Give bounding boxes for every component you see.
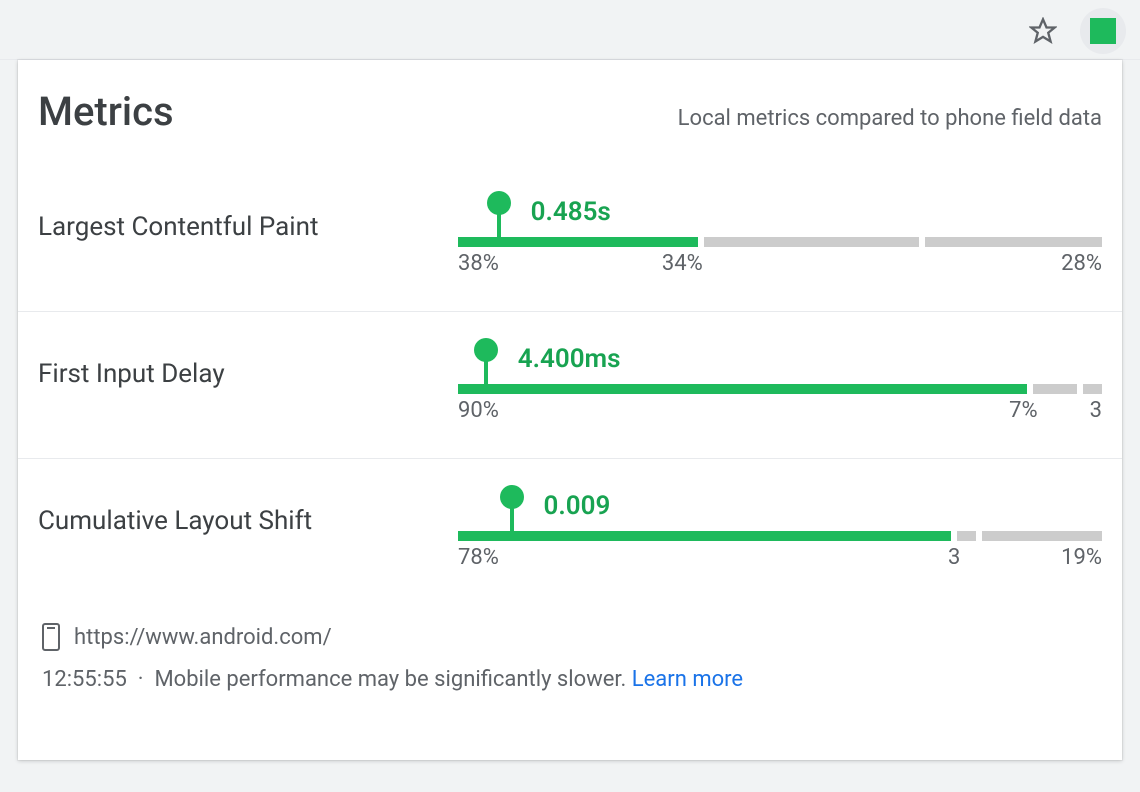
segment-percent-label: 3 — [1090, 398, 1102, 423]
web-vitals-panel: Metrics Local metrics compared to phone … — [18, 60, 1122, 760]
browser-address-bar — [0, 0, 1140, 60]
page-url: https://www.android.com/ — [74, 625, 332, 650]
local-value-marker — [510, 495, 514, 541]
metric-name: First Input Delay — [38, 359, 458, 389]
local-value-marker — [497, 201, 501, 247]
bookmark-star-button[interactable] — [1026, 14, 1060, 48]
distribution-segment — [1083, 384, 1102, 394]
metric-bar: 38%34%28%0.485s — [458, 197, 1102, 257]
distribution-segment — [458, 384, 1027, 394]
metric-name: Largest Contentful Paint — [38, 212, 458, 242]
segment-percent-label: 7% — [1009, 398, 1037, 423]
metric-value: 0.485s — [531, 197, 611, 227]
performance-warning: Mobile performance may be significantly … — [154, 667, 626, 692]
segment-percent-label: 78% — [458, 545, 499, 570]
timestamp: 12:55:55 — [42, 667, 127, 692]
phone-icon — [42, 623, 60, 651]
segment-percent-label: 3 — [948, 545, 960, 570]
segment-percent-label: 90% — [458, 398, 499, 423]
distribution-segment — [925, 237, 1102, 247]
distribution-segment — [704, 237, 919, 247]
metric-row: Largest Contentful Paint38%34%28%0.485s — [18, 165, 1122, 312]
metric-name: Cumulative Layout Shift — [38, 506, 458, 536]
metric-bar: 78%319%0.009 — [458, 491, 1102, 551]
segment-percent-label: 34% — [662, 251, 703, 276]
extension-badge[interactable] — [1080, 8, 1126, 54]
panel-footer: https://www.android.com/ 12:55:55 · Mobi… — [18, 605, 1122, 704]
distribution-segment — [957, 531, 976, 541]
distribution-segment — [458, 237, 698, 247]
metric-value: 4.400ms — [518, 344, 621, 374]
distribution-segment — [982, 531, 1102, 541]
metric-bar: 90%7%34.400ms — [458, 344, 1102, 404]
web-vitals-status-icon — [1090, 18, 1116, 44]
local-value-marker — [484, 348, 488, 394]
metric-value: 0.009 — [544, 491, 611, 521]
panel-subtitle: Local metrics compared to phone field da… — [678, 106, 1102, 131]
segment-percent-label: 28% — [1061, 251, 1102, 276]
metric-row: First Input Delay90%7%34.400ms — [18, 312, 1122, 459]
distribution-segment — [1033, 384, 1077, 394]
segment-percent-label: 38% — [458, 251, 499, 276]
distribution-segment — [458, 531, 951, 541]
segment-percent-label: 19% — [1061, 545, 1102, 570]
star-icon — [1029, 17, 1057, 45]
panel-title: Metrics — [38, 88, 174, 135]
learn-more-link[interactable]: Learn more — [632, 667, 743, 692]
metric-row: Cumulative Layout Shift78%319%0.009 — [18, 459, 1122, 605]
